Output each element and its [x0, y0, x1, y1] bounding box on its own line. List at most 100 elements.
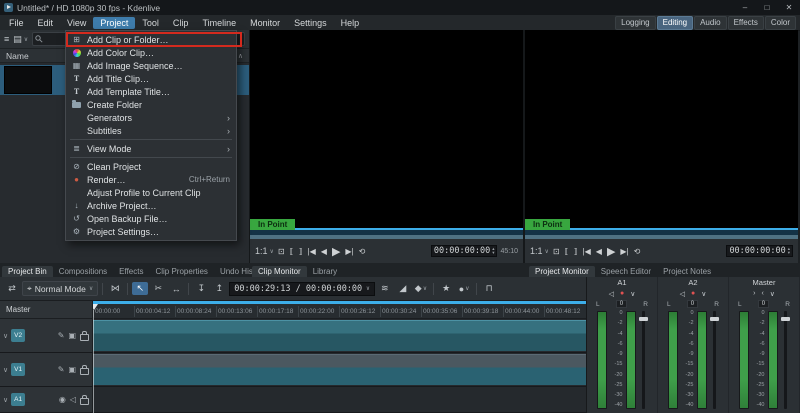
- tab-library[interactable]: Library: [307, 266, 343, 277]
- record-arm-icon[interactable]: ◉: [59, 395, 66, 404]
- loop-zone-icon[interactable]: ⟲: [633, 247, 642, 256]
- track-effects-icon[interactable]: ✎: [58, 365, 65, 374]
- timeline-adjust-icon[interactable]: ⇄: [4, 282, 20, 295]
- zone-end-icon[interactable]: ⟧: [573, 247, 579, 256]
- go-start-icon[interactable]: |◀: [582, 247, 592, 256]
- tab-speech-editor[interactable]: Speech Editor: [595, 266, 657, 277]
- workspace-effects[interactable]: Effects: [728, 16, 764, 30]
- balance-value[interactable]: 0: [616, 300, 627, 308]
- track-head-v2[interactable]: ∨V2 ✎▣: [0, 319, 93, 353]
- balance-control[interactable]: L0R: [660, 299, 726, 309]
- menu-item-add-image-sequence[interactable]: ▦Add Image Sequence…: [66, 59, 236, 72]
- track-head-v1[interactable]: ∨V1✎▣: [0, 353, 93, 387]
- record-arm-icon[interactable]: ●: [620, 290, 624, 297]
- menu-item-clean-project[interactable]: ⊘Clean Project: [66, 160, 236, 173]
- lock-track-icon[interactable]: [80, 368, 89, 375]
- record-arm-icon[interactable]: ●: [691, 290, 695, 297]
- project-monitor-timecode[interactable]: 00:00:00:00 ▴▾: [726, 245, 793, 257]
- zone-start-icon[interactable]: ⟦: [289, 247, 295, 256]
- balance-control[interactable]: L0R: [731, 299, 797, 309]
- menubar-item-timeline[interactable]: Timeline: [195, 17, 243, 29]
- expand-channel-icon[interactable]: ›: [753, 290, 755, 297]
- play-icon[interactable]: ▶: [606, 245, 616, 258]
- menu-item-add-template-title[interactable]: TAdd Template Title…: [66, 85, 236, 98]
- lock-track-icon[interactable]: [80, 398, 89, 405]
- mix-audio-icon[interactable]: ≋: [377, 282, 393, 295]
- timeline-clip[interactable]: [93, 320, 586, 351]
- balance-control[interactable]: L0R: [589, 299, 655, 309]
- zone-start-icon[interactable]: ⟦: [564, 247, 570, 256]
- razor-tool-icon[interactable]: ✂: [150, 282, 166, 295]
- timeline-zone-bar[interactable]: [93, 301, 586, 304]
- track-head-a1[interactable]: ∨A1◉◁: [0, 387, 93, 413]
- collapse-track-icon[interactable]: ∨: [3, 332, 8, 340]
- workspace-logging[interactable]: Logging: [615, 16, 655, 30]
- tab-compositions[interactable]: Compositions: [53, 266, 113, 277]
- channel-menu-icon[interactable]: ∨: [770, 290, 775, 298]
- selection-tool-icon[interactable]: ↖: [132, 282, 148, 295]
- tab-project-notes[interactable]: Project Notes: [657, 266, 717, 277]
- menu-item-subtitles[interactable]: Subtitles›: [66, 124, 236, 137]
- tab-project-bin[interactable]: Project Bin: [2, 266, 53, 277]
- play-icon[interactable]: ▶: [331, 245, 341, 258]
- menubar-item-clip[interactable]: Clip: [166, 17, 196, 29]
- hide-track-icon[interactable]: ▣: [68, 331, 76, 340]
- workspace-color[interactable]: Color: [765, 16, 796, 30]
- insert-zone-icon[interactable]: ↧: [193, 282, 209, 295]
- menu-item-add-title-clip[interactable]: TAdd Title Clip…: [66, 72, 236, 85]
- menubar-item-view[interactable]: View: [60, 17, 93, 29]
- timeline-ruler[interactable]: 00:00:0000:00:04:1200:00:08:2400:00:13:0…: [93, 301, 586, 319]
- spacer-tool-icon[interactable]: ↔: [168, 283, 184, 295]
- track-effects-icon[interactable]: ✎: [58, 331, 65, 340]
- menubar-item-edit[interactable]: Edit: [31, 17, 61, 29]
- mix-clips-icon[interactable]: ⋈: [107, 282, 123, 295]
- zoom-fit-icon[interactable]: ⊡: [552, 247, 561, 256]
- menu-item-add-clip-or-folder[interactable]: ⊞Add Clip or Folder…: [66, 33, 236, 46]
- go-start-icon[interactable]: |◀: [307, 247, 317, 256]
- frame-back-icon[interactable]: ◀: [595, 247, 603, 256]
- menubar-item-file[interactable]: File: [2, 17, 31, 29]
- track-tag-a1[interactable]: A1: [11, 393, 25, 406]
- channel-menu-icon[interactable]: ∨: [701, 290, 706, 298]
- zoom-fit-icon[interactable]: ⊡: [277, 247, 286, 256]
- record-track-icon[interactable]: ●∨: [456, 283, 472, 295]
- menubar-item-help[interactable]: Help: [334, 17, 367, 29]
- mute-track-icon[interactable]: ◁: [70, 395, 76, 404]
- fader-handle[interactable]: [639, 317, 648, 321]
- channel-menu-icon[interactable]: ∨: [630, 290, 635, 298]
- fader-handle[interactable]: [781, 317, 790, 321]
- menu-item-view-mode[interactable]: ≣View Mode›: [66, 142, 236, 155]
- menubar-item-project[interactable]: Project: [93, 17, 135, 29]
- edit-mode-select[interactable]: ⌖Normal Mode∨: [22, 281, 98, 296]
- balance-value[interactable]: 0: [758, 300, 769, 308]
- zoom-level-select[interactable]: 1:1 ∨: [255, 246, 274, 256]
- collapse-channel-icon[interactable]: ‹: [761, 290, 763, 297]
- workspace-editing[interactable]: Editing: [657, 16, 693, 30]
- menu-item-render[interactable]: ●Render…Ctrl+Return: [66, 173, 236, 186]
- volume-fader[interactable]: [781, 311, 790, 409]
- zoom-level-select[interactable]: 1:1 ∨: [530, 246, 549, 256]
- extract-zone-icon[interactable]: ↥: [211, 282, 227, 295]
- timeline-timecode[interactable]: 00:00:29:13 / 00:00:00:00∨: [229, 282, 375, 296]
- bin-view-mode-select[interactable]: ▤ ∨: [13, 34, 28, 45]
- mute-icon[interactable]: ◁: [609, 290, 614, 298]
- close-button[interactable]: ✕: [778, 0, 800, 15]
- menu-item-open-backup-file[interactable]: ↺Open Backup File…: [66, 212, 236, 225]
- timecode-spinner[interactable]: ▴▾: [788, 247, 790, 255]
- track-tag-v2[interactable]: V2: [11, 329, 25, 342]
- tab-clip-properties[interactable]: Clip Properties: [149, 266, 213, 277]
- master-track-button[interactable]: Master: [0, 301, 93, 319]
- menu-item-archive-project[interactable]: ↓Archive Project…: [66, 199, 236, 212]
- bin-menu-icon[interactable]: ≡: [4, 34, 9, 44]
- balance-value[interactable]: 0: [687, 300, 698, 308]
- fade-icon[interactable]: ◢: [395, 282, 411, 295]
- workspace-audio[interactable]: Audio: [694, 16, 726, 30]
- sort-ascending-icon[interactable]: ∧: [238, 52, 243, 60]
- menu-item-create-folder[interactable]: Create Folder: [66, 98, 236, 111]
- menu-item-add-color-clip[interactable]: Add Color Clip…: [66, 46, 236, 59]
- collapse-track-icon[interactable]: ∨: [3, 366, 8, 374]
- go-end-icon[interactable]: ▶|: [619, 247, 629, 256]
- snap-icon[interactable]: ⊓: [481, 282, 497, 295]
- timeline-clip[interactable]: [93, 354, 586, 385]
- menubar-item-monitor[interactable]: Monitor: [243, 17, 287, 29]
